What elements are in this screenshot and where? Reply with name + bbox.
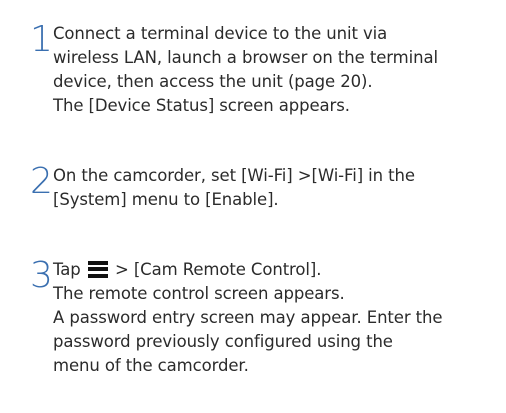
step-number: 2 [30,161,53,202]
cam-remote-control-label: > [Cam Remote Control]. [114,260,322,279]
step-3: 3 Tap > [Cam Remote Control]. The remote… [30,258,500,378]
step-text-line: wireless LAN, launch a browser on the te… [53,48,438,67]
step-text-line: device, then access the unit (page 20). [53,72,373,91]
step-text-line: menu of the camcorder. [53,356,249,375]
step-text-line: Tap > [Cam Remote Control]. [53,258,500,282]
menu-icon [87,260,108,278]
step-text-line: Connect a terminal device to the unit vi… [53,24,388,43]
step-text-line: password previously configured using the [53,332,393,351]
step-text: On the camcorder, set [Wi-Fi] >[Wi-Fi] i… [53,164,500,212]
step-text-line: On the camcorder, set [Wi-Fi] >[Wi-Fi] i… [53,166,415,185]
step-text: Connect a terminal device to the unit vi… [53,22,500,118]
tap-label: Tap [53,260,81,279]
step-text: Tap > [Cam Remote Control]. The remote c… [53,258,500,378]
step-1: 1 Connect a terminal device to the unit … [30,22,500,118]
step-number: 3 [30,255,53,296]
step-number: 1 [30,19,53,60]
step-text-line: The remote control screen appears. [53,284,345,303]
step-2: 2 On the camcorder, set [Wi-Fi] >[Wi-Fi]… [30,164,500,212]
step-text-line: [System] menu to [Enable]. [53,190,279,209]
step-text-line: A password entry screen may appear. Ente… [53,308,443,327]
step-text-line: The [Device Status] screen appears. [53,96,350,115]
